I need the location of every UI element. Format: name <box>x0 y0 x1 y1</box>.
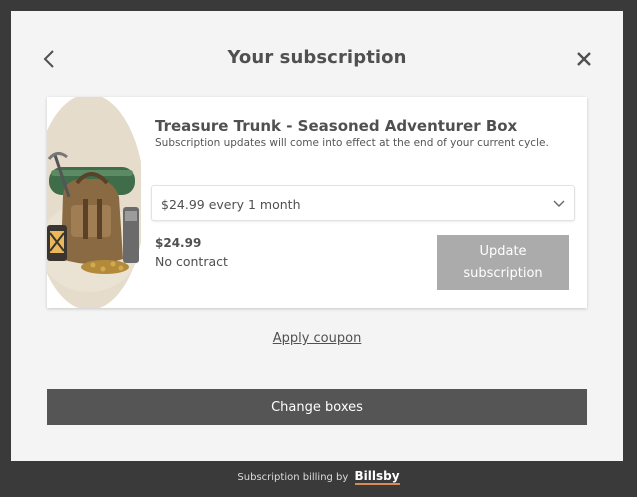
billsby-logo[interactable]: Billsby <box>354 469 400 485</box>
product-name: Treasure Trunk - Seasoned Adventurer Box <box>155 117 518 135</box>
page-title: Your subscription <box>227 47 407 68</box>
chevron-down-icon <box>553 200 565 207</box>
coupon-row: Apply coupon <box>11 327 623 346</box>
price: $24.99 <box>155 236 202 250</box>
close-icon[interactable] <box>575 49 593 69</box>
update-subscription-button[interactable]: Update subscription <box>437 235 569 290</box>
billing-cycle-select[interactable]: $24.99 every 1 month <box>151 185 575 221</box>
apply-coupon-link[interactable]: Apply coupon <box>273 331 362 346</box>
subscription-card: Treasure Trunk - Seasoned Adventurer Box… <box>47 97 587 308</box>
billing-cycle-value: $24.99 every 1 month <box>161 197 301 212</box>
footer-text: Subscription billing by <box>237 472 349 483</box>
update-notice: Subscription updates will come into effe… <box>155 137 549 149</box>
change-boxes-button[interactable]: Change boxes <box>47 389 587 425</box>
footer: Subscription billing by Billsby <box>0 469 637 485</box>
contract-terms: No contract <box>155 254 228 269</box>
subscription-modal: Your subscription Treasure Trunk - Seaso… <box>11 11 623 461</box>
product-image <box>47 97 141 308</box>
update-subscription-label: Update subscription <box>463 243 543 281</box>
